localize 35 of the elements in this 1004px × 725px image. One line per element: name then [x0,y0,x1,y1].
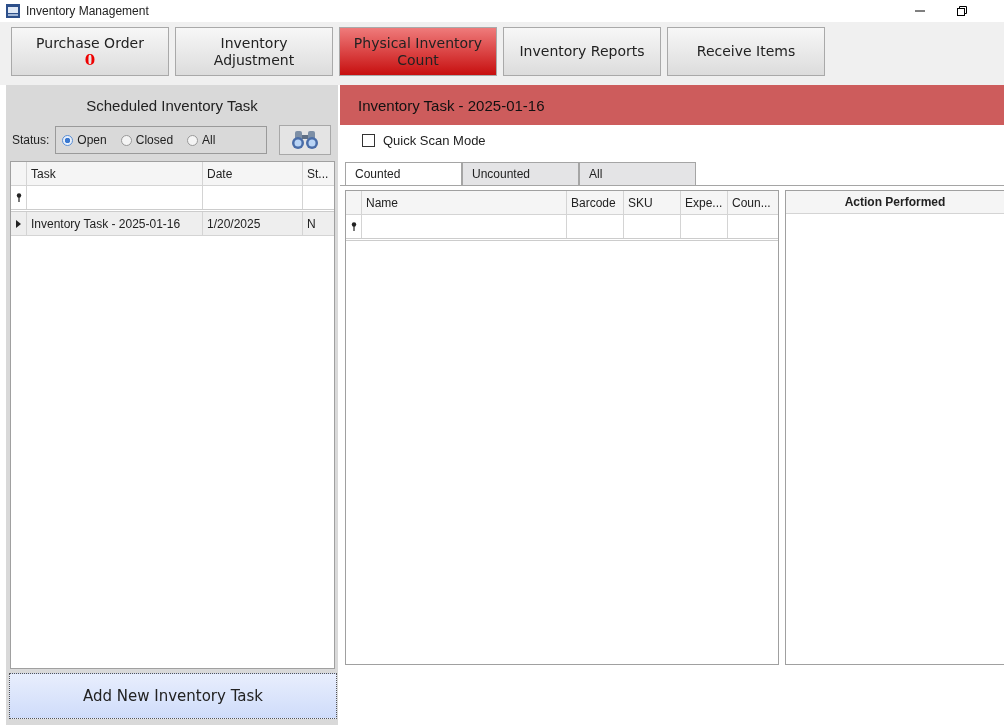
column-header[interactable]: Expe... [681,191,728,214]
tab[interactable]: Counted [345,162,462,185]
nav-button[interactable]: Inventory Reports [503,27,661,76]
filter-icon[interactable] [350,222,357,231]
tab[interactable]: All [579,162,696,185]
table-cell-text: N [306,215,317,233]
column-header[interactable]: Date [203,162,303,185]
status-radio[interactable]: Open [62,133,107,147]
nav-button[interactable]: Purchase Order 0 [11,27,169,76]
column-header[interactable]: Task [27,162,203,185]
task-header: Inventory Task - 2025-01-16 [340,85,1004,125]
status-label: Status: [12,133,50,147]
binoculars-icon [290,130,321,150]
add-task-button[interactable]: Add New Inventory Task [9,673,337,719]
nav-button[interactable]: Physical Inventory Count [339,27,497,76]
filter-icon[interactable] [15,193,22,202]
app-icon [6,4,20,18]
status-radio[interactable]: All [187,133,216,147]
nav-button[interactable]: Receive Items [667,27,825,76]
table-cell: Inventory Task - 2025-01-16 [27,212,203,235]
window-title: Inventory Management [26,4,149,18]
restore-icon[interactable] [956,5,968,17]
table-cell: 1/20/2025 [203,212,303,235]
panel-header: Scheduled Inventory Task [85,95,259,116]
column-header[interactable]: SKU [624,191,681,214]
action-header: Action Performed [786,191,1004,214]
column-header[interactable]: Name [362,191,567,214]
tab[interactable]: Uncounted [462,162,579,185]
nav-button[interactable]: Inventory Adjustment [175,27,333,76]
quick-scan-checkbox[interactable]: Quick Scan Mode [340,125,1004,155]
column-header[interactable]: St... [303,162,334,185]
column-header[interactable]: Coun... [728,191,778,214]
search-button[interactable] [279,125,332,155]
status-radio[interactable]: Closed [120,133,174,147]
column-header[interactable]: Barcode [567,191,624,214]
